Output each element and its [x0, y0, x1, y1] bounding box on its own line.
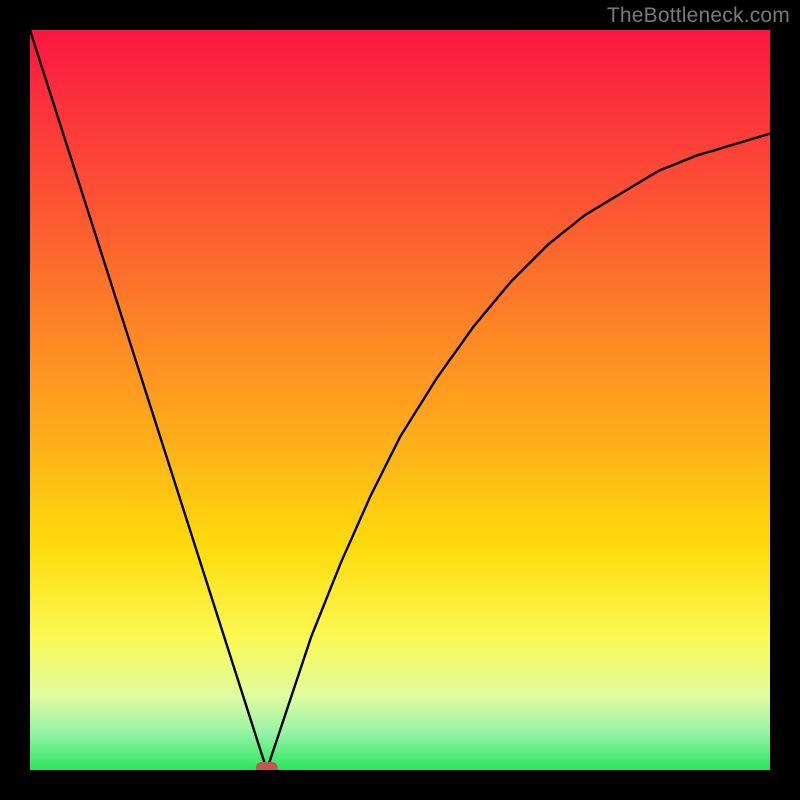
chart-stage: TheBottleneck.com	[0, 0, 800, 800]
plot-area	[30, 30, 770, 770]
curve-svg	[30, 30, 770, 770]
curve-path-group	[30, 30, 770, 770]
minimum-marker	[256, 762, 278, 770]
min-marker-group	[256, 762, 278, 770]
bottleneck-curve	[30, 30, 770, 770]
watermark-text: TheBottleneck.com	[607, 4, 790, 28]
